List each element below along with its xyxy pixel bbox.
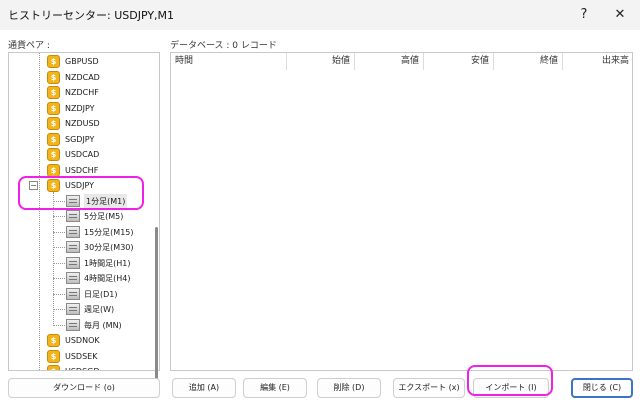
tree-timeframe-item[interactable]: 4時間足(H4) [9,271,149,286]
tree-timeframe-item[interactable]: 毎月 (MN) [9,318,149,333]
tree-connector [53,231,65,233]
coin-icon: $ [47,148,60,161]
chart-timeframe-icon [66,256,80,269]
symbol-label: USDCHF [65,165,99,175]
export-button[interactable]: エクスポート (x) [393,378,465,398]
chart-timeframe-icon [66,210,80,222]
tree-timeframe-item[interactable]: 30分足(M30) [9,240,149,255]
tree-connector [53,247,65,248]
symbol-label: USDCAD [65,150,100,159]
symbol-label: GBPUSD [65,57,99,66]
add-button[interactable]: 追加 (A) [172,378,236,398]
tree-item-nzdjpy[interactable]: $ NZDJPY [9,101,149,116]
column-header[interactable]: 始値 [287,53,355,70]
coin-icon: $ [47,163,60,177]
symbol-label: NZDUSD [65,119,100,128]
database-records-label: データベース : 0 レコード [170,41,277,51]
column-header[interactable]: 高値 [355,53,424,70]
tree-item-usdnok[interactable]: $ USDNOK [9,333,149,348]
timeframe-label: 1時間足(H1) [84,258,131,268]
coin-icon: $ [47,179,60,192]
tree-connector [53,309,65,310]
chart-timeframe-icon [66,194,80,207]
chart-timeframe-icon [66,225,80,238]
title-bar: ヒストリーセンター: USDJPY,M1 ? ✕ [0,0,640,30]
coin-icon: $ [47,365,60,370]
tree-connector [53,200,65,202]
chart-timeframe-icon [66,272,80,284]
edit-button[interactable]: 編集 (E) [243,378,307,398]
coin-icon: $ [47,349,60,363]
symbol-label: NZDJPY [65,103,95,113]
tree-scrollbar-thumb[interactable] [155,227,158,395]
column-header[interactable]: 時間 [171,53,287,70]
chart-timeframe-icon [66,303,80,315]
tree-connector [39,53,40,370]
symbol-tree[interactable]: $ GBPUSD $ NZDCAD $ NZDCHF $ NZDJPY $ NZDUSD $ SGDJ… [8,52,160,371]
tree-timeframe-item[interactable]: 日足(D1) [9,287,149,302]
coin-icon: $ [47,70,60,84]
symbol-label: USDSEK [65,351,98,361]
coin-icon: $ [47,55,60,68]
tree-connector [53,216,65,217]
coin-icon: $ [47,334,60,347]
timeframe-label: 毎月 (MN) [84,320,122,330]
close-window-button[interactable]: ✕ [600,0,640,30]
tree-item-usdsgd[interactable]: $ USDSGD [9,364,149,370]
tree-scrollbar[interactable] [152,52,159,395]
tree-connector [53,192,54,326]
download-button[interactable]: ダウンロード (o) [8,378,160,398]
coin-icon: $ [47,117,60,130]
window-title: ヒストリーセンター: USDJPY,M1 [8,9,175,22]
tree-item-nzdusd[interactable]: $ NZDUSD [9,116,149,131]
delete-button[interactable]: 削除 (D) [317,378,381,398]
pairs-label: 通貨ペア : [8,41,50,51]
column-header[interactable]: 出来高 [563,53,633,70]
tree-item-usdchf[interactable]: $ USDCHF [9,163,149,178]
timeframe-label: 5分足(M5) [84,212,124,221]
collapse-toggle-icon[interactable]: − [29,181,38,190]
symbol-label: NZDCAD [65,72,100,82]
tree-item-usdcad[interactable]: $ USDCAD [9,147,149,162]
tree-item-nzdcad[interactable]: $ NZDCAD [9,70,149,85]
timeframe-label: 4時間足(H4) [84,274,131,283]
coin-icon: $ [47,101,60,115]
timeframe-label: 1分足(M1) [84,193,128,209]
chart-timeframe-icon [66,318,80,331]
timeframe-label: 30分足(M30) [84,243,134,252]
tree-timeframe-item[interactable]: 週足(W) [9,302,149,317]
symbol-label: USDSGD [65,364,100,370]
symbol-label: NZDCHF [65,88,99,97]
column-header[interactable]: 安値 [424,53,494,70]
timeframe-label: 日足(D1) [84,289,118,299]
tree-item-nzdchf[interactable]: $ NZDCHF [9,85,149,100]
symbol-label: USDJPY [65,181,94,190]
close-button[interactable]: 閉じる (C) [571,378,633,398]
chart-timeframe-icon [66,287,80,300]
symbol-label: USDNOK [65,336,100,345]
tree-timeframe-item[interactable]: 15分足(M15) [9,225,149,240]
tree-connector [53,324,65,326]
history-table[interactable]: 時間 始値 高値 安値 終値 出来高 [170,52,633,371]
tree-timeframe-item[interactable]: 5分足(M5) [9,209,149,224]
tree-timeframe-item[interactable]: 1分足(M1) [9,193,149,209]
coin-icon: $ [47,132,60,146]
import-button[interactable]: インポート (I) [473,378,549,398]
tree-connector [53,262,65,264]
tree-item-gbpusd[interactable]: $ GBPUSD [9,54,149,69]
tree-item-sgdjpy[interactable]: $ SGDJPY [9,132,149,147]
symbol-label: SGDJPY [65,134,95,144]
tree-connector [53,278,65,279]
chart-timeframe-icon [66,241,80,253]
timeframe-label: 15分足(M15) [84,227,134,237]
column-header[interactable]: 終値 [494,53,563,70]
tree-timeframe-item[interactable]: 1時間足(H1) [9,256,149,271]
coin-icon: $ [47,86,60,99]
tree-item-usdsek[interactable]: $ USDSEK [9,349,149,364]
tree-connector [53,293,65,295]
help-button[interactable]: ? [564,0,604,30]
timeframe-label: 週足(W) [84,305,115,314]
